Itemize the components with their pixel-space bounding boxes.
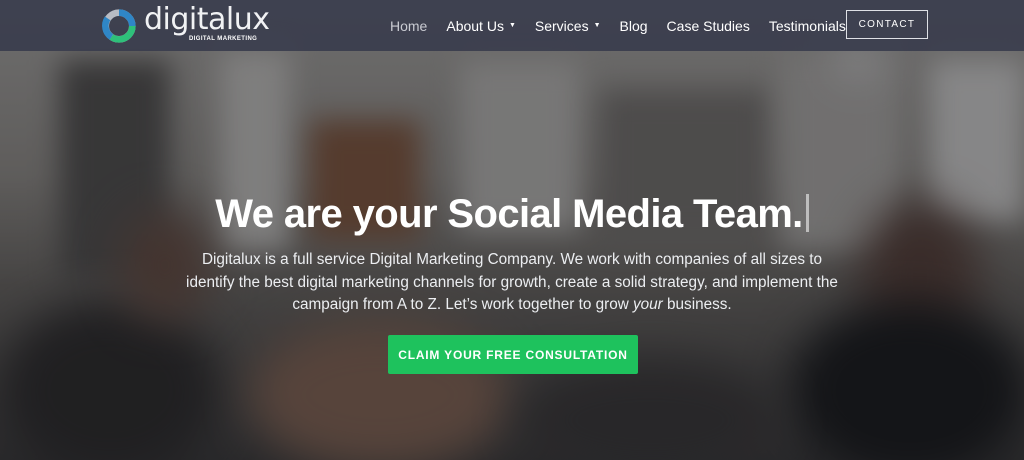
typing-cursor — [805, 194, 809, 232]
nav-item-label: About Us — [446, 17, 504, 34]
nav-item-blog[interactable]: Blog — [620, 18, 648, 34]
nav-item-label: Case Studies — [666, 17, 750, 34]
site-logo[interactable]: digitalux DIGITAL MARKETING — [100, 3, 270, 48]
nav-item-services[interactable]: Services ▼ — [535, 18, 601, 34]
hero-description-text: Digitalux is a full service Digital Mark… — [186, 251, 838, 313]
nav-item-label: Testimonials — [768, 17, 846, 34]
top-navbar: digitalux DIGITAL MARKETING Home About U… — [0, 0, 1024, 51]
main-nav: Home About Us ▼ Services ▼ Blog Case Stu… — [390, 0, 865, 51]
hero-description-end: business. — [662, 296, 732, 313]
claim-consultation-button[interactable]: CLAIM YOUR FREE CONSULTATION — [388, 335, 638, 374]
nav-item-home[interactable]: Home — [390, 18, 427, 34]
nav-item-label: Services — [534, 17, 589, 34]
nav-item-label: Home — [390, 17, 428, 34]
logo-ring-icon — [102, 9, 136, 43]
brand-name: digitalux — [144, 2, 270, 37]
caret-down-icon: ▼ — [508, 22, 516, 29]
hero-description: Digitalux is a full service Digital Mark… — [176, 249, 848, 317]
caret-down-icon: ▼ — [593, 22, 601, 29]
hero-title-text: We are your Social Media Team. — [215, 192, 803, 236]
nav-item-about-us[interactable]: About Us ▼ — [446, 18, 516, 34]
brand-tagline: DIGITAL MARKETING — [189, 36, 258, 42]
hero-title: We are your Social Media Team. — [0, 192, 1024, 237]
logo-text: digitalux DIGITAL MARKETING — [144, 3, 270, 46]
nav-item-case-studies[interactable]: Case Studies — [667, 18, 750, 34]
nav-item-testimonials[interactable]: Testimonials — [769, 18, 846, 34]
contact-button[interactable]: CONTACT — [846, 10, 928, 39]
nav-item-label: Blog — [619, 17, 648, 34]
hero-description-emphasis: your — [633, 296, 663, 313]
